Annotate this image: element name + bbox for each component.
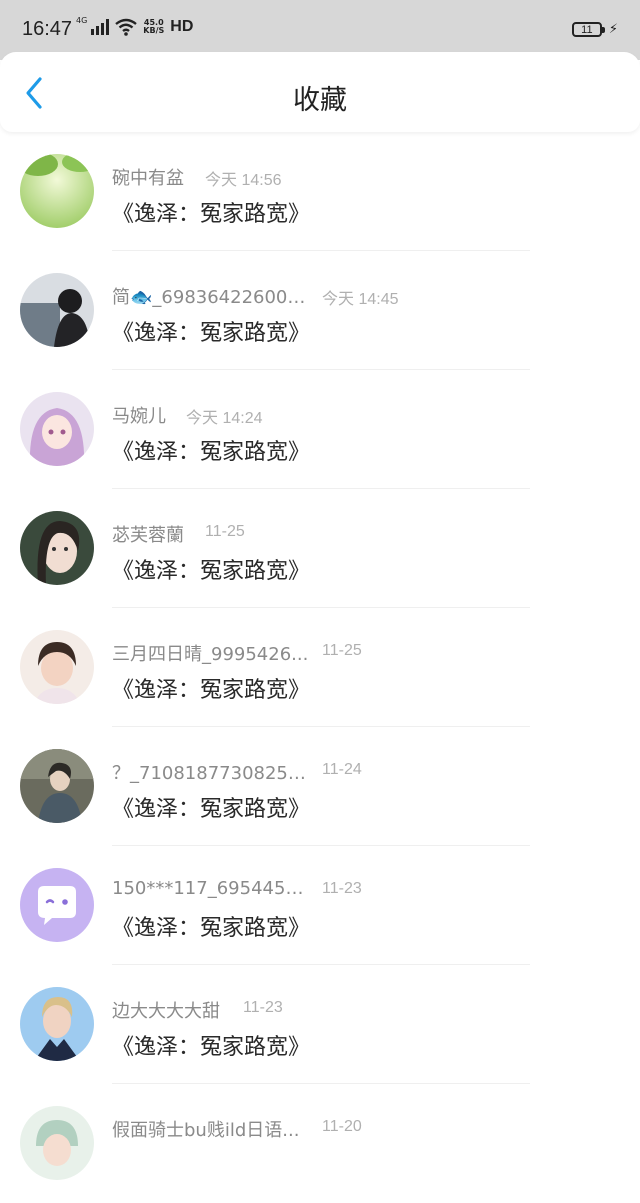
nav-header: 收藏 (0, 52, 640, 132)
list-item[interactable]: 简🐟_698364226004... 今天 14:45 《逸泽：冤家路宽》 (0, 251, 640, 370)
list-item[interactable]: 苾芙蓉蘭 11-25 《逸泽：冤家路宽》 (0, 489, 640, 608)
user-name: 苾芙蓉蘭 (112, 525, 184, 546)
avatar[interactable] (20, 511, 94, 585)
item-time: 今天 14:56 (205, 172, 282, 189)
item-content: 《逸泽：冤家路宽》 (112, 321, 311, 346)
avatar[interactable] (20, 749, 94, 823)
page-title: 收藏 (293, 85, 347, 116)
item-content: 《逸泽：冤家路宽》 (112, 678, 311, 703)
avatar[interactable] (20, 1106, 94, 1180)
item-time: 11-25 (205, 523, 245, 540)
item-content: 《逸泽：冤家路宽》 (112, 440, 311, 465)
item-time: 今天 14:24 (186, 410, 263, 427)
list-item[interactable]: 三月四日晴_9995426... 11-25 《逸泽：冤家路宽》 (0, 608, 640, 727)
avatar[interactable] (20, 987, 94, 1061)
user-name: 边大大大大甜 (112, 1001, 220, 1022)
item-content: 《逸泽：冤家路宽》 (112, 916, 311, 941)
battery-level: 11 (571, 22, 605, 37)
wifi-icon (115, 18, 138, 36)
charging-icon: ⚡ (608, 22, 618, 37)
avatar[interactable] (20, 868, 94, 942)
item-content: 《逸泽：冤家路宽》 (112, 202, 311, 227)
user-name: ？_71081877308255... (112, 763, 312, 784)
item-time: 11-23 (322, 880, 362, 897)
list-item[interactable]: 碗中有盆 今天 14:56 《逸泽：冤家路宽》 (0, 132, 640, 251)
favorites-list: 碗中有盆 今天 14:56 《逸泽：冤家路宽》 简🐟_698364226004.… (0, 132, 640, 1203)
avatar[interactable] (20, 392, 94, 466)
item-time: 11-25 (322, 642, 362, 659)
avatar[interactable] (20, 154, 94, 228)
hd-indicator: HD (170, 18, 194, 35)
signal-icon (91, 19, 110, 35)
status-icons: 4G 45.0 KB/S HD (76, 16, 194, 36)
net-speed: 45.0 KB/S (143, 18, 165, 35)
network-type: 4G (76, 16, 88, 25)
item-content: 《逸泽：冤家路宽》 (112, 1035, 311, 1060)
user-name: 150***117_6954451... (112, 878, 312, 899)
item-time: 11-23 (243, 999, 283, 1016)
user-name: 假面骑士bu贱ild日语... (112, 1120, 300, 1141)
status-time: 16:47 (22, 18, 73, 40)
user-name: 简🐟_698364226004... (112, 287, 312, 308)
status-bar: 16:47 4G 45.0 KB/S HD 11 ⚡ (0, 0, 640, 60)
item-content: 《逸泽：冤家路宽》 (112, 559, 311, 584)
item-time: 11-20 (322, 1118, 362, 1135)
list-item[interactable]: ？_71081877308255... 11-24 《逸泽：冤家路宽》 (0, 727, 640, 846)
user-name: 三月四日晴_9995426... (112, 644, 309, 665)
list-item[interactable]: 马婉儿 今天 14:24 《逸泽：冤家路宽》 (0, 370, 640, 489)
list-item[interactable]: 假面骑士bu贱ild日语... 11-20 (0, 1084, 640, 1203)
item-time: 今天 14:45 (322, 291, 399, 308)
avatar[interactable] (20, 273, 94, 347)
list-item[interactable]: 边大大大大甜 11-23 《逸泽：冤家路宽》 (0, 965, 640, 1084)
list-item[interactable]: 150***117_6954451... 11-23 《逸泽：冤家路宽》 (0, 846, 640, 965)
item-time: 11-24 (322, 761, 362, 778)
user-name: 马婉儿 (112, 406, 166, 427)
item-content: 《逸泽：冤家路宽》 (112, 797, 311, 822)
user-name: 碗中有盆 (112, 168, 184, 189)
avatar[interactable] (20, 630, 94, 704)
battery-icon: 11 ⚡ (571, 22, 618, 37)
